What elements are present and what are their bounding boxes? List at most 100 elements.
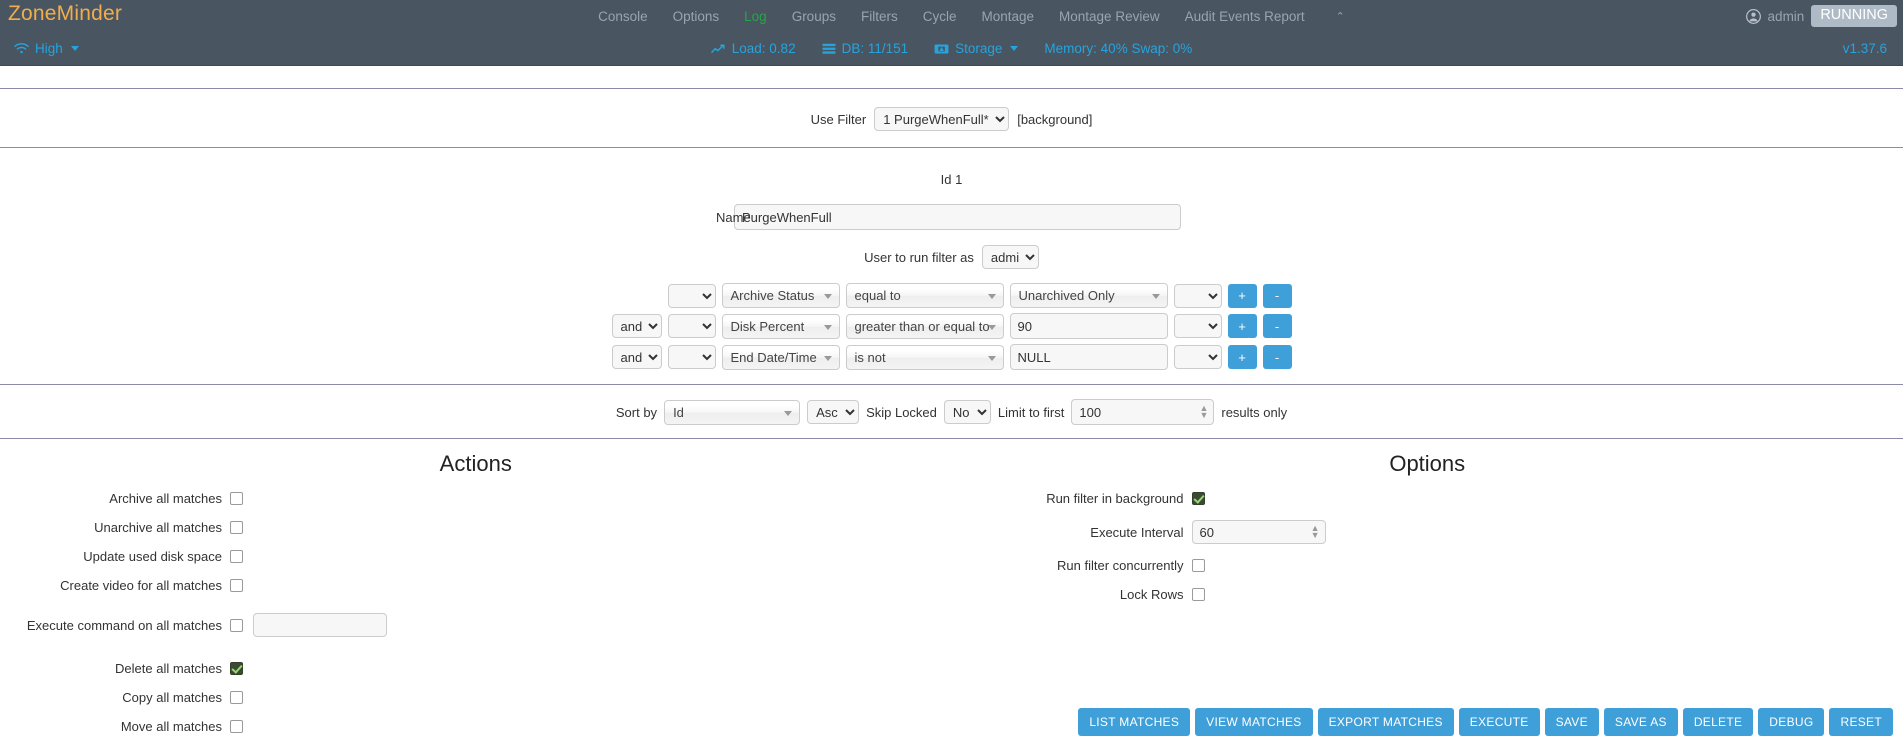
sort-band: Sort by Id Asc Skip Locked No Limit to f… [0, 385, 1903, 438]
condition-close-bracket-select[interactable] [1173, 345, 1222, 369]
condition-open-bracket-select[interactable] [667, 345, 716, 369]
filter-user-select[interactable]: admin [981, 245, 1039, 269]
reset-button[interactable]: RESET [1829, 708, 1893, 736]
execute-command-on-all-matches-input[interactable] [253, 613, 387, 637]
execute-command-on-all-matches-checkbox[interactable] [230, 618, 243, 632]
run-filter-in-background-row: Run filter in background [952, 491, 1903, 506]
create-video-for-all-matches-label: Create video for all matches [60, 578, 222, 593]
run-filter-concurrently-checkbox[interactable] [1191, 559, 1205, 572]
condition-close-bracket-select[interactable] [1173, 283, 1222, 308]
condition-add-button[interactable]: + [1227, 345, 1257, 369]
unarchive-all-matches-checkbox[interactable] [230, 521, 243, 534]
export-matches-button[interactable]: EXPORT MATCHES [1317, 708, 1454, 736]
run-filter-in-background-checkbox[interactable] [1191, 492, 1205, 505]
delete-all-matches-row: Delete all matches [0, 661, 952, 676]
condition-value-select[interactable]: Unarchived Only [1009, 283, 1168, 308]
chevron-down-icon [1010, 46, 1019, 51]
condition-add-button[interactable]: + [1227, 314, 1257, 338]
condition-conjunction-select[interactable]: and [611, 345, 662, 369]
copy-all-matches-label: Copy all matches [122, 690, 222, 705]
status-center-group: Load: 0.82 DB: 11/151 Storage Memory: 40… [710, 41, 1192, 56]
condition-conjunction-select[interactable]: and [611, 314, 662, 338]
chevron-up-icon[interactable]: ⌃ [1336, 10, 1345, 23]
execute-command-on-all-matches-label: Execute command on all matches [26, 617, 222, 633]
version-label: v1.37.6 [1842, 41, 1887, 56]
update-used-disk-space-label: Update used disk space [83, 549, 222, 564]
condition-remove-button[interactable]: - [1262, 283, 1292, 308]
condition-remove-button[interactable]: - [1262, 314, 1292, 338]
unarchive-all-matches-row: Unarchive all matches [0, 520, 952, 535]
top-navbar: ZoneMinder Console Options Log Groups Filter… [0, 0, 1903, 32]
lock-rows-checkbox[interactable] [1191, 588, 1205, 601]
load-label: Load: 0.82 [731, 41, 796, 56]
use-filter-label: Use Filter [810, 111, 867, 127]
nav-item-options[interactable]: Options [673, 9, 720, 24]
sort-by-select[interactable]: Id [664, 399, 801, 425]
lock-rows-row: Lock Rows [952, 587, 1903, 602]
condition-operator-select[interactable]: is not [845, 344, 1004, 370]
load-status[interactable]: Load: 0.82 [710, 41, 796, 56]
actions-list: Archive all matches Unarchive all matches… [0, 491, 952, 734]
save-button[interactable]: SAVE [1544, 708, 1599, 736]
view-matches-button[interactable]: VIEW MATCHES [1195, 708, 1313, 736]
condition-attribute-select[interactable]: Disk Percent [721, 313, 840, 339]
user-circle-icon[interactable] [1745, 8, 1761, 24]
footer-button-bar: LIST MATCHES VIEW MATCHES EXPORT MATCHES EX… [0, 708, 1903, 736]
condition-attribute-select[interactable]: Archive Status [721, 283, 840, 308]
nav-item-cycle[interactable]: Cycle [923, 9, 957, 24]
db-label: DB: 11/151 [841, 41, 909, 56]
bandwidth-selector[interactable]: High [14, 41, 79, 56]
archive-all-matches-checkbox[interactable] [230, 492, 243, 505]
execute-button[interactable]: EXECUTE [1458, 708, 1540, 736]
condition-open-bracket-select[interactable] [667, 283, 716, 308]
status-badge[interactable]: RUNNING [1811, 5, 1897, 27]
nav-item-montage[interactable]: Montage [981, 9, 1034, 24]
db-status[interactable]: DB: 11/151 [822, 41, 909, 56]
limit-input[interactable] [1071, 399, 1215, 425]
sort-direction-select[interactable]: Asc [807, 400, 860, 424]
condition-attribute-select[interactable]: End Date/Time [721, 344, 840, 370]
hdd-icon [934, 43, 949, 55]
storage-status[interactable]: Storage [934, 41, 1019, 56]
update-used-disk-space-checkbox[interactable] [230, 550, 243, 563]
sort-by-label: Sort by [615, 404, 658, 420]
storage-label: Storage [955, 41, 1003, 56]
create-video-for-all-matches-checkbox[interactable] [230, 579, 243, 592]
condition-close-bracket-select[interactable] [1173, 314, 1222, 338]
condition-operator-select[interactable]: greater than or equal to [845, 313, 1004, 339]
nav-item-filters[interactable]: Filters [861, 9, 898, 24]
archive-all-matches-label: Archive all matches [109, 491, 222, 506]
execute-interval-input[interactable] [1191, 520, 1326, 544]
app-brand[interactable]: ZoneMinder [8, 2, 122, 26]
unarchive-all-matches-label: Unarchive all matches [94, 520, 222, 535]
nav-item-groups[interactable]: Groups [792, 9, 836, 24]
list-matches-button[interactable]: LIST MATCHES [1078, 708, 1191, 736]
background-note: [background] [1017, 111, 1093, 127]
skip-locked-select[interactable]: No [943, 400, 991, 424]
condition-operator-select[interactable]: equal to [845, 283, 1004, 308]
execute-interval-input-wrapper: ▲▼ [1191, 520, 1326, 544]
use-filter-select[interactable]: 1 PurgeWhenFull* [874, 107, 1010, 131]
username-label[interactable]: admin [1768, 9, 1805, 24]
condition-remove-button[interactable]: - [1262, 345, 1292, 369]
nav-item-log[interactable]: Log [744, 9, 767, 24]
save-as-button[interactable]: SAVE AS [1603, 708, 1678, 736]
delete-button[interactable]: DELETE [1682, 708, 1754, 736]
nav-item-montage-review[interactable]: Montage Review [1059, 9, 1160, 24]
actions-title: Actions [439, 451, 512, 476]
debug-button[interactable]: DEBUG [1758, 708, 1825, 736]
chart-line-icon [710, 43, 726, 55]
condition-add-button[interactable]: + [1227, 283, 1257, 308]
condition-open-bracket-select[interactable] [667, 314, 716, 338]
copy-all-matches-checkbox[interactable] [230, 691, 243, 704]
condition-conjunction-spacer [612, 295, 662, 296]
delete-all-matches-checkbox[interactable] [230, 662, 243, 675]
actions-options-section: Actions Archive all matches Unarchive all… [0, 439, 1903, 748]
nav-item-console[interactable]: Console [598, 9, 648, 24]
filter-name-input[interactable] [734, 204, 1181, 230]
nav-item-audit-events-report[interactable]: Audit Events Report [1185, 9, 1305, 24]
condition-value-input[interactable] [1009, 344, 1168, 370]
condition-value-input[interactable] [1009, 313, 1168, 339]
filter-user-band: User to run filter as admin [0, 230, 1903, 269]
execute-command-on-all-matches-row: Execute command on all matches [0, 613, 952, 637]
